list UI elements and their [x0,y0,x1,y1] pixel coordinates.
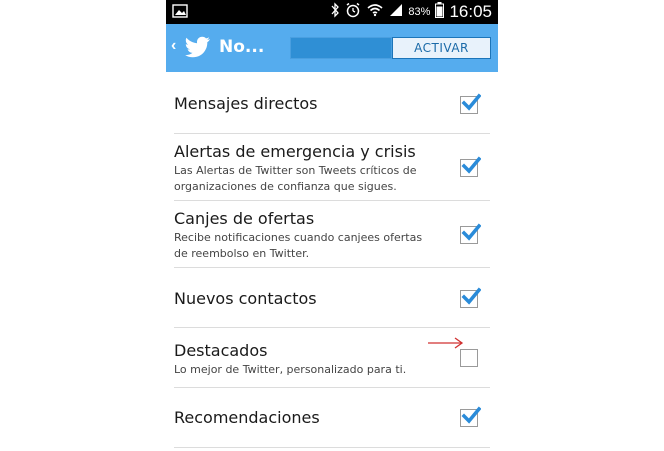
setting-row-alertas[interactable]: Alertas de emergencia y crisis Las Alert… [174,134,490,201]
signal-icon [389,3,403,22]
setting-description: Recibe notificaciones cuando canjees ofe… [174,231,423,260]
setting-row-recomendaciones[interactable]: Recomendaciones [174,388,490,448]
checkbox-recomendaciones[interactable] [460,406,481,427]
setting-label: Canjes de ofertas [174,209,315,228]
screen-title: No... [219,37,265,57]
bluetooth-icon [330,1,340,23]
setting-label: Mensajes directos [174,94,318,113]
checkbox-mensajes-directos[interactable] [460,93,481,114]
setting-row-destacados[interactable]: Destacados Lo mejor de Twitter, personal… [174,328,490,388]
twitter-bird-icon[interactable] [185,36,211,63]
checkbox-destacados[interactable] [460,349,478,367]
wifi-icon [366,2,384,23]
checkbox-canjes[interactable] [460,223,481,244]
progress-bar [290,37,392,59]
annotation-arrow-icon [428,337,464,349]
action-bar: ‹ No... ACTIVAR [166,24,498,72]
setting-label: Destacados [174,341,268,360]
setting-description: Las Alertas de Twitter son Tweets crític… [174,164,417,193]
settings-list: Mensajes directos Alertas de emergencia … [166,72,498,448]
setting-description: Lo mejor de Twitter, personalizado para … [174,363,407,376]
battery-icon [435,1,445,23]
setting-label: Alertas de emergencia y crisis [174,142,416,161]
alarm-icon [345,2,361,23]
status-bar: 83% 16:05 [166,0,498,24]
setting-row-mensajes-directos[interactable]: Mensajes directos [174,72,490,134]
checkbox-alertas[interactable] [460,156,481,177]
image-icon [172,4,188,23]
clock: 16:05 [449,2,492,21]
setting-row-nuevos-contactos[interactable]: Nuevos contactos [174,268,490,328]
activate-button[interactable]: ACTIVAR [392,37,491,59]
battery-percentage: 83% [408,6,431,18]
setting-label: Recomendaciones [174,408,320,427]
setting-label: Nuevos contactos [174,289,317,308]
phone-screen: 83% 16:05 ‹ No... ACTIVAR Mensajes direc… [166,0,498,451]
checkbox-nuevos-contactos[interactable] [460,287,481,308]
back-chevron-icon[interactable]: ‹ [171,37,176,55]
setting-row-canjes[interactable]: Canjes de ofertas Recibe notificaciones … [174,201,490,268]
